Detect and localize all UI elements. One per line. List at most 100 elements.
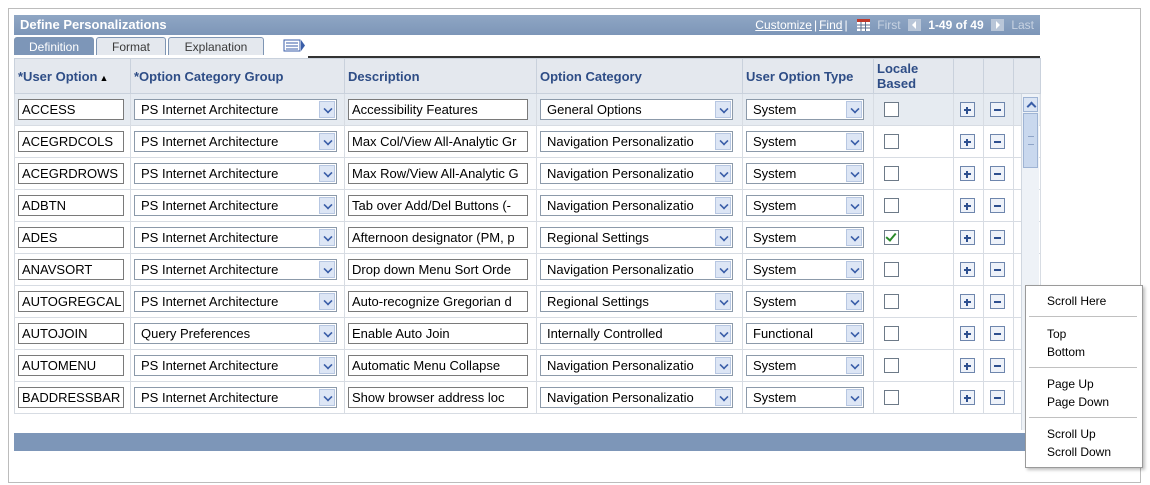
delete-row-button[interactable] xyxy=(990,166,1005,181)
column-header-option-category-group[interactable]: *Option Category Group xyxy=(130,58,345,94)
description-input[interactable]: Max Row/View All-Analytic G xyxy=(348,163,528,184)
view-all-grid-icon[interactable] xyxy=(856,19,870,31)
option-category-select[interactable]: Regional Settings xyxy=(540,227,733,248)
user-option-type-select[interactable]: System xyxy=(746,291,864,312)
locale-based-checkbox[interactable] xyxy=(884,134,899,149)
user-option-type-select[interactable]: System xyxy=(746,259,864,280)
add-row-button[interactable] xyxy=(960,166,975,181)
locale-based-checkbox[interactable] xyxy=(884,230,899,245)
description-input[interactable]: Max Col/View All-Analytic Gr xyxy=(348,131,528,152)
option-category-group-select[interactable]: PS Internet Architecture xyxy=(134,131,337,152)
chevron-down-icon[interactable] xyxy=(715,101,731,118)
delete-row-button[interactable] xyxy=(990,326,1005,341)
add-row-button[interactable] xyxy=(960,326,975,341)
description-input[interactable]: Accessibility Features xyxy=(348,99,528,120)
chevron-down-icon[interactable] xyxy=(319,389,335,406)
option-category-group-select[interactable]: PS Internet Architecture xyxy=(134,355,337,376)
user-option-input[interactable]: AUTOGREGCAL xyxy=(18,291,124,312)
user-option-type-select[interactable]: System xyxy=(746,163,864,184)
chevron-down-icon[interactable] xyxy=(846,197,862,214)
chevron-down-icon[interactable] xyxy=(846,261,862,278)
chevron-down-icon[interactable] xyxy=(319,261,335,278)
chevron-down-icon[interactable] xyxy=(319,293,335,310)
locale-based-checkbox[interactable] xyxy=(884,390,899,405)
user-option-type-select[interactable]: System xyxy=(746,99,864,120)
chevron-down-icon[interactable] xyxy=(846,357,862,374)
chevron-down-icon[interactable] xyxy=(846,165,862,182)
chevron-down-icon[interactable] xyxy=(319,325,335,342)
menu-item-page-up[interactable]: Page Up xyxy=(1047,377,1094,391)
add-row-button[interactable] xyxy=(960,134,975,149)
description-input[interactable]: Drop down Menu Sort Orde xyxy=(348,259,528,280)
option-category-group-select[interactable]: PS Internet Architecture xyxy=(134,227,337,248)
user-option-input[interactable]: BADDRESSBAR xyxy=(18,387,124,408)
option-category-select[interactable]: Navigation Personalizatio xyxy=(540,355,733,376)
scrollbar-thumb[interactable] xyxy=(1023,113,1038,168)
locale-based-checkbox[interactable] xyxy=(884,102,899,117)
column-header-user-option-type[interactable]: User Option Type xyxy=(742,58,874,94)
option-category-select[interactable]: Navigation Personalizatio xyxy=(540,163,733,184)
chevron-down-icon[interactable] xyxy=(715,229,731,246)
chevron-down-icon[interactable] xyxy=(715,197,731,214)
user-option-type-select[interactable]: System xyxy=(746,195,864,216)
locale-based-checkbox[interactable] xyxy=(884,198,899,213)
add-row-button[interactable] xyxy=(960,294,975,309)
user-option-type-select[interactable]: System xyxy=(746,355,864,376)
user-option-type-select[interactable]: System xyxy=(746,227,864,248)
delete-row-button[interactable] xyxy=(990,294,1005,309)
option-category-group-select[interactable]: PS Internet Architecture xyxy=(134,195,337,216)
locale-based-checkbox[interactable] xyxy=(884,358,899,373)
add-row-button[interactable] xyxy=(960,230,975,245)
chevron-down-icon[interactable] xyxy=(846,133,862,150)
delete-row-button[interactable] xyxy=(990,102,1005,117)
tab-format[interactable]: Format xyxy=(96,37,166,55)
delete-row-button[interactable] xyxy=(990,358,1005,373)
chevron-down-icon[interactable] xyxy=(846,293,862,310)
delete-row-button[interactable] xyxy=(990,390,1005,405)
chevron-down-icon[interactable] xyxy=(715,261,731,278)
user-option-input[interactable]: AUTOJOIN xyxy=(18,323,124,344)
option-category-group-select[interactable]: PS Internet Architecture xyxy=(134,99,337,120)
description-input[interactable]: Automatic Menu Collapse xyxy=(348,355,528,376)
tab-explanation[interactable]: Explanation xyxy=(168,37,264,55)
add-row-button[interactable] xyxy=(960,390,975,405)
chevron-down-icon[interactable] xyxy=(715,357,731,374)
delete-row-button[interactable] xyxy=(990,198,1005,213)
chevron-down-icon[interactable] xyxy=(319,101,335,118)
user-option-input[interactable]: ACEGRDROWS xyxy=(18,163,124,184)
menu-item-scroll-down[interactable]: Scroll Down xyxy=(1047,445,1111,459)
add-row-button[interactable] xyxy=(960,198,975,213)
option-category-select[interactable]: Navigation Personalizatio xyxy=(540,387,733,408)
user-option-input[interactable]: ACEGRDCOLS xyxy=(18,131,124,152)
option-category-group-select[interactable]: Query Preferences xyxy=(134,323,337,344)
user-option-type-select[interactable]: Functional xyxy=(746,323,864,344)
find-link[interactable]: Find xyxy=(819,18,842,32)
column-header-user-option[interactable]: *User Option ▲ xyxy=(14,58,131,94)
chevron-down-icon[interactable] xyxy=(319,165,335,182)
delete-row-button[interactable] xyxy=(990,134,1005,149)
column-header-locale-based[interactable]: Locale Based xyxy=(873,58,954,94)
description-input[interactable]: Tab over Add/Del Buttons (- xyxy=(348,195,528,216)
locale-based-checkbox[interactable] xyxy=(884,326,899,341)
chevron-down-icon[interactable] xyxy=(715,389,731,406)
chevron-down-icon[interactable] xyxy=(319,133,335,150)
option-category-select[interactable]: General Options xyxy=(540,99,733,120)
description-input[interactable]: Show browser address loc xyxy=(348,387,528,408)
user-option-input[interactable]: ANAVSORT xyxy=(18,259,124,280)
description-input[interactable]: Afternoon designator (PM, p xyxy=(348,227,528,248)
user-option-input[interactable]: ADBTN xyxy=(18,195,124,216)
user-option-input[interactable]: ACCESS xyxy=(18,99,124,120)
chevron-down-icon[interactable] xyxy=(715,165,731,182)
chevron-down-icon[interactable] xyxy=(846,389,862,406)
option-category-select[interactable]: Internally Controlled xyxy=(540,323,733,344)
chevron-down-icon[interactable] xyxy=(715,293,731,310)
user-option-type-select[interactable]: System xyxy=(746,387,864,408)
option-category-select[interactable]: Regional Settings xyxy=(540,291,733,312)
delete-row-button[interactable] xyxy=(990,230,1005,245)
menu-item-bottom[interactable]: Bottom xyxy=(1047,345,1085,359)
column-header-option-category[interactable]: Option Category xyxy=(536,58,743,94)
user-option-input[interactable]: AUTOMENU xyxy=(18,355,124,376)
add-row-button[interactable] xyxy=(960,358,975,373)
chevron-down-icon[interactable] xyxy=(846,325,862,342)
chevron-down-icon[interactable] xyxy=(319,357,335,374)
